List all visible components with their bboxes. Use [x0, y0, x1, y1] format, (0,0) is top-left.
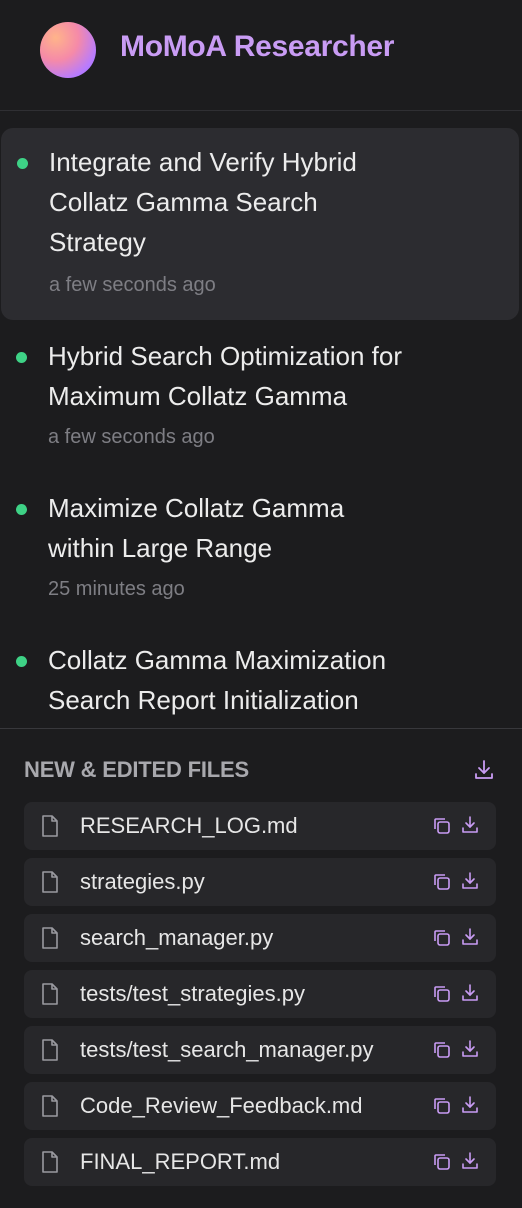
- file-name: FINAL_REPORT.md: [80, 1149, 281, 1174]
- download-icon[interactable]: [460, 983, 480, 1003]
- section-divider: [0, 728, 522, 729]
- copy-icon[interactable]: [432, 1152, 452, 1172]
- sidebar-panel: MoMoA Researcher Integrate and Verify Hy…: [0, 0, 522, 1208]
- file-row[interactable]: search_manager.py: [24, 914, 496, 962]
- file-name: Code_Review_Feedback.md: [80, 1093, 363, 1118]
- file-row[interactable]: tests/test_search_manager.py: [24, 1026, 496, 1074]
- files-section-title: NEW & EDITED FILES: [24, 757, 249, 782]
- session-title: Maximize Collatz Gamma within Large Rang…: [48, 493, 345, 563]
- copy-icon[interactable]: [432, 816, 452, 836]
- app-title: MoMoA Researcher: [120, 30, 395, 63]
- session-item[interactable]: Collatz Gamma Maximization Search Report…: [0, 642, 522, 728]
- file-row[interactable]: RESEARCH_LOG.md: [24, 802, 496, 850]
- session-title: Integrate and Verify Hybrid Collatz Gamm…: [49, 147, 357, 257]
- session-item[interactable]: Hybrid Search Optimization for Maximum C…: [0, 338, 522, 464]
- app-header: MoMoA Researcher: [0, 0, 522, 111]
- file-row[interactable]: tests/test_strategies.py: [24, 970, 496, 1018]
- download-icon[interactable]: [460, 815, 480, 835]
- file-name: RESEARCH_LOG.md: [80, 813, 298, 838]
- download-icon[interactable]: [460, 1039, 480, 1059]
- status-dot-icon: [16, 352, 27, 363]
- file-name: tests/test_strategies.py: [80, 981, 305, 1006]
- document-icon: [42, 1151, 58, 1173]
- file-name: search_manager.py: [80, 925, 274, 950]
- file-row[interactable]: Code_Review_Feedback.md: [24, 1082, 496, 1130]
- session-title: Collatz Gamma Maximization Search Report…: [48, 645, 387, 715]
- file-name: tests/test_search_manager.py: [80, 1037, 374, 1062]
- download-all-icon[interactable]: [472, 758, 496, 782]
- session-title: Hybrid Search Optimization for Maximum C…: [48, 341, 403, 411]
- document-icon: [42, 815, 58, 837]
- session-item[interactable]: Maximize Collatz Gamma within Large Rang…: [0, 490, 522, 616]
- session-time: a few seconds ago: [48, 426, 215, 448]
- panel-bottom: [0, 1192, 522, 1208]
- download-icon[interactable]: [460, 871, 480, 891]
- session-list: Integrate and Verify Hybrid Collatz Gamm…: [0, 112, 522, 728]
- document-icon: [42, 871, 58, 893]
- session-time: 25 minutes ago: [48, 578, 185, 600]
- status-dot-icon: [17, 158, 28, 169]
- document-icon: [42, 1095, 58, 1117]
- document-icon: [42, 927, 58, 949]
- document-icon: [42, 1039, 58, 1061]
- file-row[interactable]: strategies.py: [24, 858, 496, 906]
- session-item[interactable]: Integrate and Verify Hybrid Collatz Gamm…: [1, 128, 519, 320]
- copy-icon[interactable]: [432, 872, 452, 892]
- copy-icon[interactable]: [432, 928, 452, 948]
- download-icon[interactable]: [460, 1095, 480, 1115]
- copy-icon[interactable]: [432, 1096, 452, 1116]
- status-dot-icon: [16, 504, 27, 515]
- copy-icon[interactable]: [432, 1040, 452, 1060]
- file-row[interactable]: FINAL_REPORT.md: [24, 1138, 496, 1186]
- document-icon: [42, 983, 58, 1005]
- download-icon[interactable]: [460, 927, 480, 947]
- status-dot-icon: [16, 656, 27, 667]
- download-icon[interactable]: [460, 1151, 480, 1171]
- copy-icon[interactable]: [432, 984, 452, 1004]
- session-time: a few seconds ago: [49, 274, 216, 296]
- file-name: strategies.py: [80, 869, 205, 894]
- app-logo: [40, 22, 96, 78]
